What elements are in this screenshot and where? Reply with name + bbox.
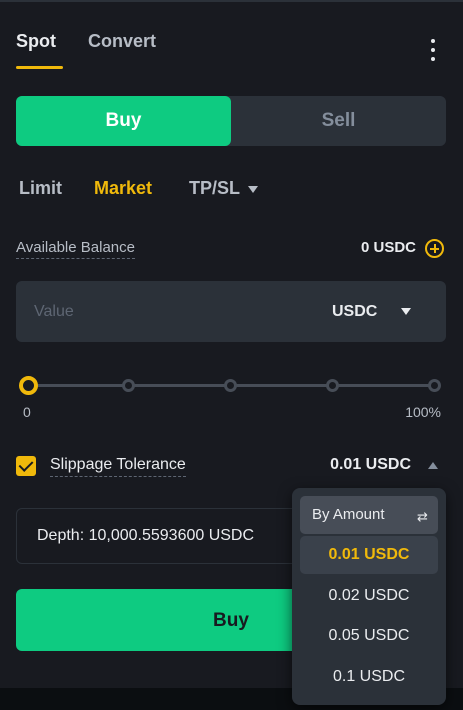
more-options-icon[interactable] (426, 37, 440, 63)
order-type-tpsl[interactable]: TP/SL (189, 178, 259, 199)
swap-icon: ⇄ (417, 509, 428, 524)
slippage-tolerance-label: Slippage Tolerance (50, 456, 186, 477)
active-tab-indicator (16, 66, 63, 69)
value-input[interactable] (34, 281, 284, 342)
chevron-down-icon (248, 185, 259, 193)
amount-slider[interactable] (19, 376, 441, 395)
slippage-mode-label: By Amount (312, 506, 385, 523)
slippage-value[interactable]: 0.01 USDC (330, 456, 411, 474)
available-balance-label: Available Balance (16, 239, 135, 259)
tab-spot[interactable]: Spot (16, 31, 56, 52)
depth-text: Depth: 10,000.5593600 USDC (37, 527, 255, 544)
value-field: USDC (16, 281, 446, 342)
slider-mark-50[interactable] (224, 379, 237, 392)
slider-thumb[interactable] (19, 376, 38, 395)
slider-mark-75[interactable] (326, 379, 339, 392)
slider-mark-100[interactable] (428, 379, 441, 392)
order-type-tpsl-label: TP/SL (189, 178, 241, 198)
available-balance-value: 0 USDC (360, 239, 416, 256)
unit-label: USDC (332, 302, 378, 320)
sell-side-button[interactable]: Sell (231, 96, 446, 146)
slider-min-label: 0 (23, 404, 31, 420)
slippage-mode-toggle[interactable]: By Amount ⇄ (300, 496, 438, 534)
slider-max-label: 100% (405, 404, 441, 420)
slippage-option[interactable]: 0.01 USDC (300, 536, 438, 574)
slippage-option[interactable]: 0.05 USDC (300, 617, 438, 655)
side-toggle: Buy Sell (16, 96, 446, 146)
slippage-dropdown: By Amount ⇄ 0.01 USDC 0.02 USDC 0.05 USD… (292, 488, 446, 705)
order-type-market[interactable]: Market (94, 178, 152, 199)
order-type-limit[interactable]: Limit (19, 178, 62, 199)
unit-select[interactable]: USDC (332, 281, 412, 342)
slippage-option[interactable]: 0.1 USDC (300, 658, 438, 696)
slider-mark-25[interactable] (122, 379, 135, 392)
chevron-down-icon (401, 308, 412, 315)
slippage-checkbox[interactable] (16, 456, 36, 476)
add-funds-icon[interactable] (425, 239, 444, 258)
slippage-option[interactable]: 0.02 USDC (300, 577, 438, 615)
buy-side-button[interactable]: Buy (16, 96, 231, 146)
tab-convert[interactable]: Convert (88, 31, 156, 52)
chevron-up-icon[interactable] (428, 462, 438, 469)
